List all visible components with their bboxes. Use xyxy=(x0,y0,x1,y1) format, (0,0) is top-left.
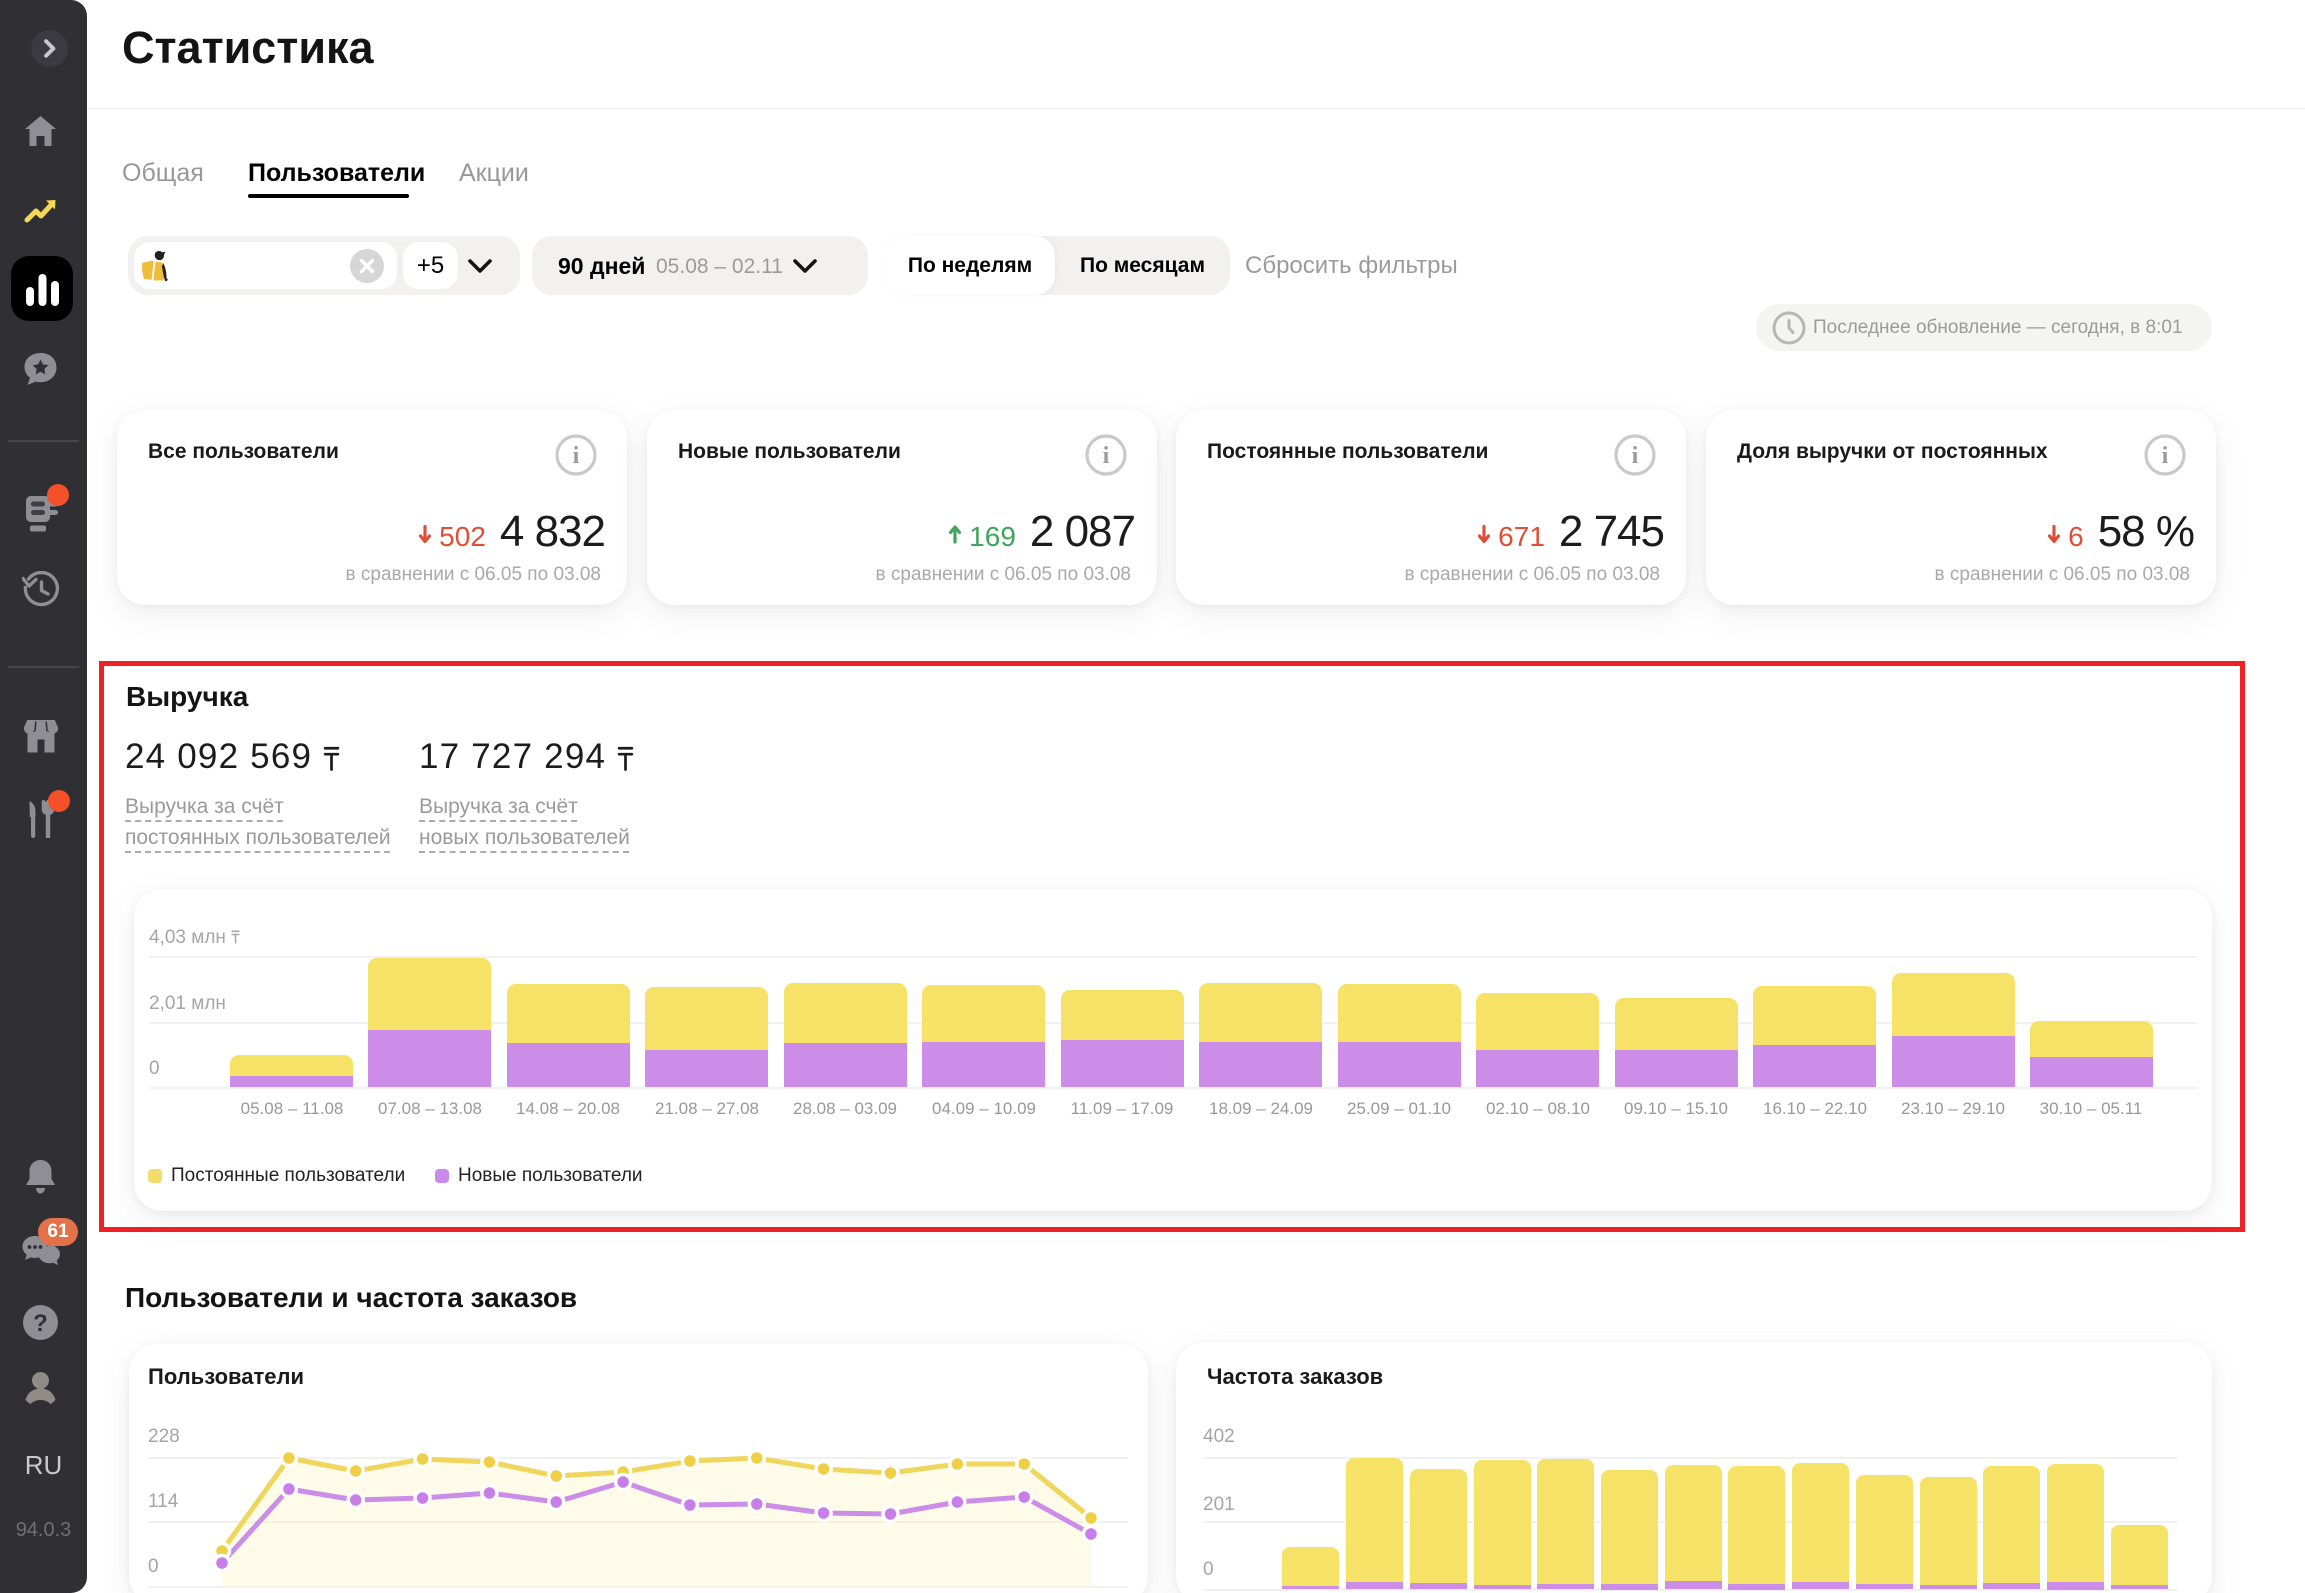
svg-text:i: i xyxy=(1632,443,1639,469)
svg-text:?: ? xyxy=(33,1310,48,1337)
svg-text:i: i xyxy=(1103,443,1110,469)
svg-text:i: i xyxy=(573,443,580,469)
svg-text:i: i xyxy=(2162,443,2169,469)
